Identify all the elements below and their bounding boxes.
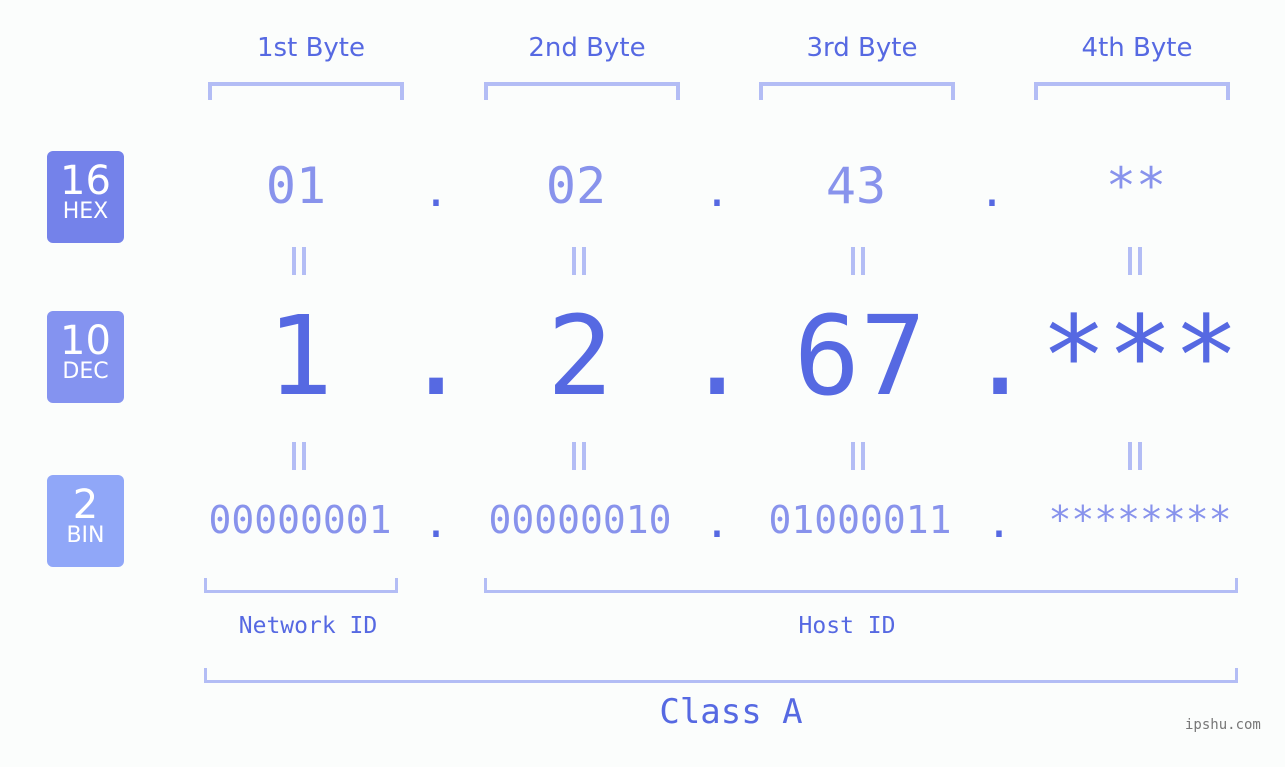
hex-badge-label: HEX (62, 199, 109, 224)
network-id-bracket (204, 578, 398, 593)
bin-byte-1: 00000001 (208, 498, 392, 542)
hex-badge-number: 16 (60, 158, 111, 204)
network-id-label: Network ID (238, 613, 378, 639)
hex-byte-1: 01 (265, 157, 327, 215)
host-id-label: Host ID (798, 613, 896, 639)
hex-separator-3: . (978, 166, 1006, 217)
hex-badge: 16 HEX (47, 151, 124, 243)
hex-separator-1: . (422, 166, 450, 217)
equals-icon (292, 442, 308, 470)
dec-separator-3: . (967, 292, 1034, 420)
hex-byte-4: ** (1105, 157, 1167, 215)
hex-separator-2: . (703, 166, 731, 217)
bin-byte-3: 01000011 (768, 498, 952, 542)
dec-badge: 10 DEC (47, 311, 124, 403)
byte-bracket-4 (1034, 82, 1230, 100)
bin-separator-3: . (985, 497, 1013, 548)
byte-label-2: 2nd Byte (528, 33, 646, 63)
bin-badge-label: BIN (66, 523, 105, 548)
byte-label-3: 3rd Byte (806, 33, 918, 63)
byte-bracket-1 (208, 82, 404, 100)
dec-byte-2: 2 (546, 292, 614, 420)
equals-icon (1128, 247, 1144, 275)
class-label: Class A (659, 692, 803, 732)
watermark: ipshu.com (1185, 717, 1261, 733)
equals-icon (572, 442, 588, 470)
equals-icon (1128, 442, 1144, 470)
equals-icon (572, 247, 588, 275)
byte-bracket-2 (484, 82, 680, 100)
dec-badge-number: 10 (60, 318, 111, 364)
bin-separator-2: . (703, 497, 731, 548)
hex-byte-3: 43 (825, 157, 887, 215)
dec-byte-3: 67 (793, 292, 927, 420)
dec-badge-label: DEC (62, 359, 109, 384)
equals-icon (851, 247, 867, 275)
bin-badge: 2 BIN (47, 475, 124, 567)
hex-byte-2: 02 (545, 157, 607, 215)
bin-badge-number: 2 (72, 482, 99, 528)
bin-separator-1: . (422, 497, 450, 548)
equals-icon (292, 247, 308, 275)
byte-label-4: 4th Byte (1081, 33, 1193, 63)
dec-separator-2: . (684, 292, 751, 420)
host-id-bracket (484, 578, 1238, 593)
bin-byte-4: ******** (1048, 498, 1232, 542)
equals-icon (851, 442, 867, 470)
byte-bracket-3 (759, 82, 955, 100)
byte-label-1: 1st Byte (257, 33, 365, 63)
class-bracket (204, 668, 1238, 683)
dec-byte-1: 1 (266, 292, 334, 420)
dec-separator-1: . (403, 292, 470, 420)
dec-byte-4: *** (1040, 292, 1240, 420)
bin-byte-2: 00000010 (488, 498, 672, 542)
